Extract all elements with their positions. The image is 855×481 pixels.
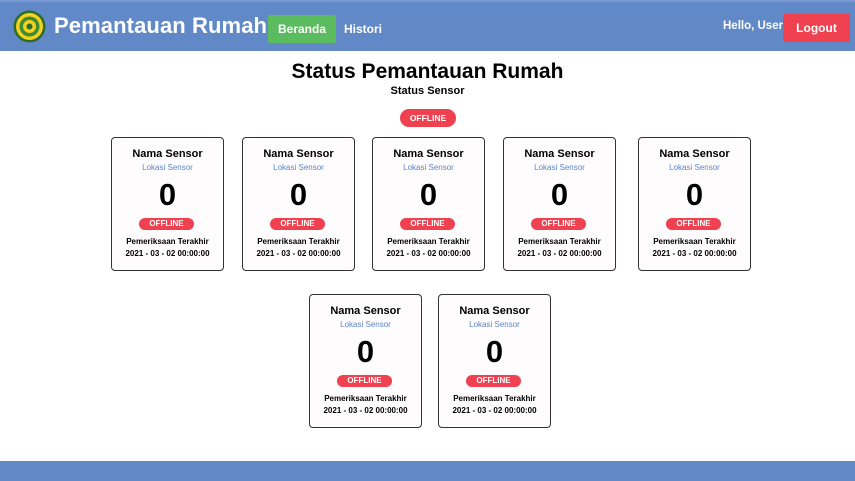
sensor-card: Nama Sensor Lokasi Sensor 0 OFFLINE Pemeriks… <box>111 137 224 271</box>
last-check-label: Pemeriksaan Terakhir <box>653 237 736 246</box>
sensor-card: Nama Sensor Lokasi Sensor 0 OFFLINE Pemeriks… <box>638 137 751 271</box>
sensor-value: 0 <box>685 177 704 212</box>
footer <box>0 461 855 481</box>
brand-title[interactable]: Pemantauan Rumah <box>54 13 267 39</box>
sensor-name: Nama Sensor <box>263 148 334 160</box>
sensor-location: Lokasi Sensor <box>403 163 454 172</box>
last-check-label: Pemeriksaan Terakhir <box>257 237 340 246</box>
sensor-status-badge: OFFLINE <box>400 218 455 230</box>
last-check-label: Pemeriksaan Terakhir <box>453 394 536 403</box>
sensor-status-badge: OFFLINE <box>466 375 521 387</box>
sensor-status-badge: OFFLINE <box>531 218 586 230</box>
sensor-location: Lokasi Sensor <box>273 163 324 172</box>
sensor-value: 0 <box>356 334 375 369</box>
sensor-card: Nama Sensor Lokasi Sensor 0 OFFLINE Pemeriks… <box>438 294 551 428</box>
sensor-name: Nama Sensor <box>524 148 595 160</box>
logout-button[interactable]: Logout <box>783 14 850 42</box>
university-logo-icon[interactable] <box>13 10 46 43</box>
sensor-name: Nama Sensor <box>659 148 730 160</box>
sensor-status-badge: OFFLINE <box>666 218 721 230</box>
sensor-card: Nama Sensor Lokasi Sensor 0 OFFLINE Pemeriks… <box>503 137 616 271</box>
sensor-value: 0 <box>158 177 177 212</box>
sensor-location: Lokasi Sensor <box>469 320 520 329</box>
last-check-time: 2021 - 03 - 02 00:00:00 <box>652 249 737 258</box>
last-check-time: 2021 - 03 - 02 00:00:00 <box>452 406 537 415</box>
sensor-location: Lokasi Sensor <box>669 163 720 172</box>
sensor-location: Lokasi Sensor <box>340 320 391 329</box>
navbar: Pemantauan Rumah Beranda Histori Hello, … <box>0 0 855 51</box>
last-check-time: 2021 - 03 - 02 00:00:00 <box>256 249 341 258</box>
sensor-name: Nama Sensor <box>330 305 401 317</box>
sensor-status-badge: OFFLINE <box>270 218 325 230</box>
page-title: Status Pemantauan Rumah <box>291 60 564 83</box>
sensor-name: Nama Sensor <box>459 305 530 317</box>
sensor-value: 0 <box>419 177 438 212</box>
global-status-badge: OFFLINE <box>400 109 456 127</box>
last-check-time: 2021 - 03 - 02 00:00:00 <box>517 249 602 258</box>
nav-history-link[interactable]: Histori <box>344 15 384 43</box>
last-check-label: Pemeriksaan Terakhir <box>126 237 209 246</box>
user-greeting: Hello, User <box>723 20 784 32</box>
page-subtitle: Status Sensor <box>390 85 465 97</box>
sensor-value: 0 <box>289 177 308 212</box>
sensor-name: Nama Sensor <box>132 148 203 160</box>
nav-home-button[interactable]: Beranda <box>268 15 336 43</box>
last-check-time: 2021 - 03 - 02 00:00:00 <box>386 249 471 258</box>
sensor-card: Nama Sensor Lokasi Sensor 0 OFFLINE Pemeriks… <box>372 137 485 271</box>
sensor-card: Nama Sensor Lokasi Sensor 0 OFFLINE Pemeriks… <box>242 137 355 271</box>
sensor-status-badge: OFFLINE <box>139 218 194 230</box>
sensor-location: Lokasi Sensor <box>534 163 585 172</box>
sensor-location: Lokasi Sensor <box>142 163 193 172</box>
sensor-value: 0 <box>550 177 569 212</box>
last-check-label: Pemeriksaan Terakhir <box>518 237 601 246</box>
last-check-time: 2021 - 03 - 02 00:00:00 <box>323 406 408 415</box>
last-check-time: 2021 - 03 - 02 00:00:00 <box>125 249 210 258</box>
sensor-status-badge: OFFLINE <box>337 375 392 387</box>
last-check-label: Pemeriksaan Terakhir <box>387 237 470 246</box>
sensor-card: Nama Sensor Lokasi Sensor 0 OFFLINE Pemeriks… <box>309 294 422 428</box>
last-check-label: Pemeriksaan Terakhir <box>324 394 407 403</box>
sensor-value: 0 <box>485 334 504 369</box>
sensor-name: Nama Sensor <box>393 148 464 160</box>
